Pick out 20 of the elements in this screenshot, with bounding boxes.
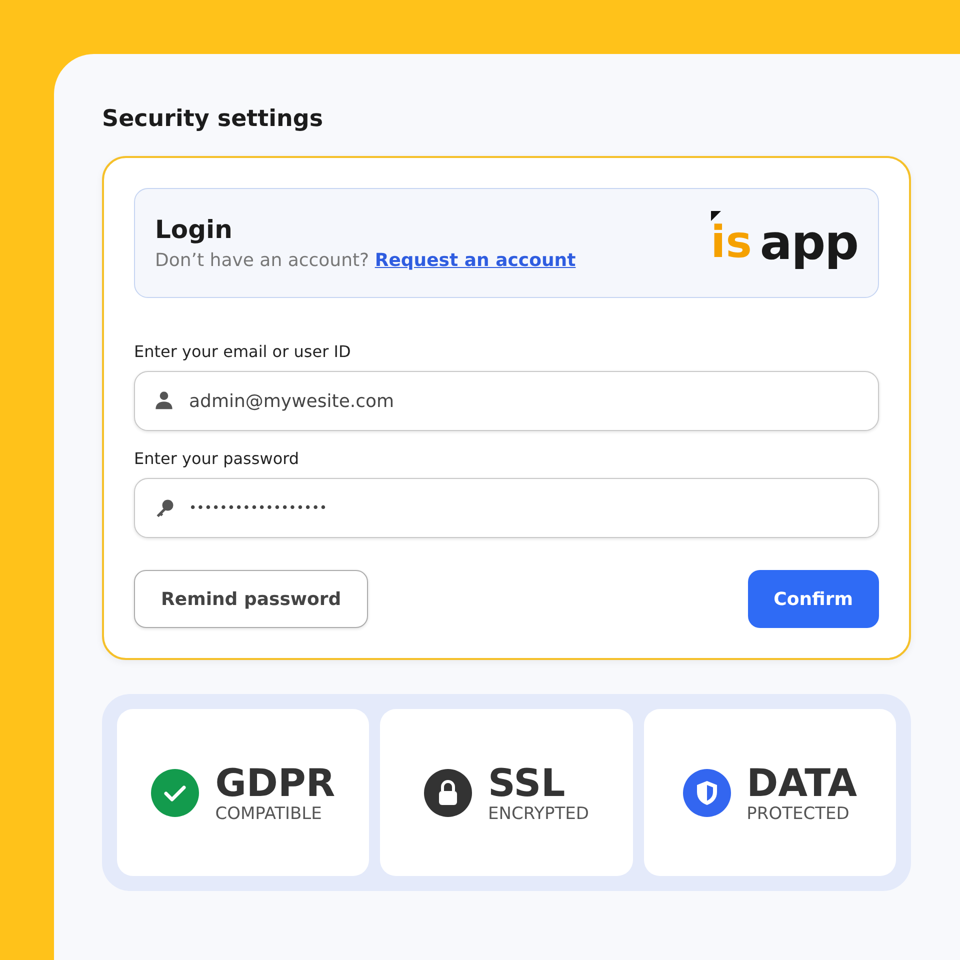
badge-subtitle: ENCRYPTED bbox=[488, 804, 589, 824]
logo-mark: is bbox=[710, 221, 752, 265]
badge-subtitle: COMPATIBLE bbox=[215, 804, 323, 824]
request-account-link[interactable]: Request an account bbox=[374, 250, 576, 271]
badge-subtitle: PROTECTED bbox=[746, 804, 850, 824]
account-prompt: Don’t have an account? Request an account bbox=[155, 250, 576, 271]
logo-accent-icon bbox=[710, 211, 721, 221]
confirm-button[interactable]: Confirm bbox=[748, 570, 879, 628]
user-icon bbox=[154, 390, 174, 410]
page-title: Security settings bbox=[102, 105, 324, 134]
password-field[interactable]: •••••••••••••••••• bbox=[134, 478, 879, 538]
remind-password-button[interactable]: Remind password bbox=[134, 570, 368, 628]
login-heading: Login bbox=[155, 215, 234, 244]
badge-title: GDPR bbox=[215, 762, 336, 804]
field-label: Enter your email or user ID bbox=[134, 342, 352, 361]
badge-title: DATA bbox=[746, 762, 858, 804]
field-label: Enter your password bbox=[134, 449, 300, 468]
email-field[interactable]: admin@mywesite.com bbox=[134, 371, 879, 431]
badge-title: SSL bbox=[488, 762, 566, 804]
key-icon bbox=[154, 497, 176, 519]
